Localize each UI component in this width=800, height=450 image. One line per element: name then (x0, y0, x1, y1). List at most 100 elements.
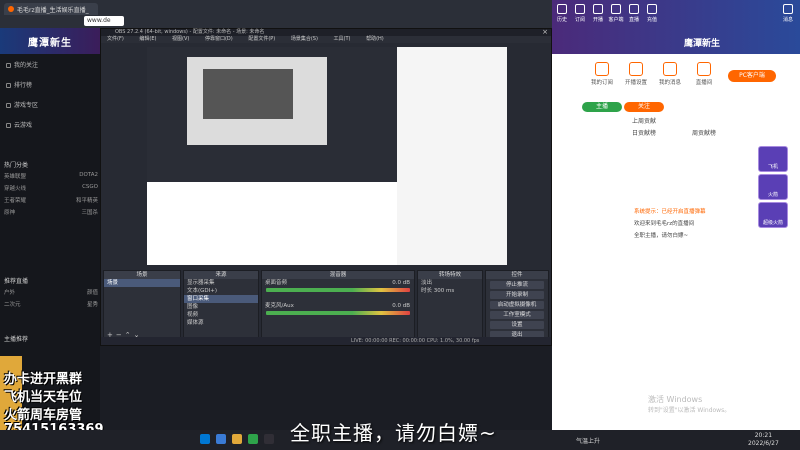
camera-icon (593, 4, 603, 14)
obs-window: OBS 27.2.4 (64-bit, windows) - 配置文件: 未命名… (100, 28, 552, 346)
transitions-header: 转场特效 (418, 271, 482, 279)
overlay-text-line: 火箭周车房管 (4, 408, 83, 423)
channel-row[interactable]: 王者荣耀 和平精英 (4, 196, 98, 204)
transitions-dock: 转场特效 淡出 时长 300 ms (417, 270, 483, 342)
obs-icon[interactable] (264, 434, 274, 444)
address-bar[interactable]: www.de (84, 16, 124, 26)
nav-subscribe[interactable]: 订阅 (572, 4, 588, 23)
nav-go-live[interactable]: 开播 (590, 4, 606, 23)
sidebar-item-games[interactable]: 游戏专区 (6, 100, 38, 109)
tv-icon (629, 4, 639, 14)
stop-streaming-button[interactable]: 停止推流 (490, 281, 544, 289)
channel-row[interactable]: 穿越火线 CSGO (4, 184, 98, 192)
obs-menu-bar: 文件(F) 编辑(E) 视图(V) 停靠窗口(D) 配置文件(P) 场景集合(S… (101, 36, 551, 43)
nav-recharge[interactable]: 充值 (644, 4, 660, 23)
gear-icon (629, 62, 643, 76)
contribution-tabs: 上周贡献 日贡献榜 周贡献榜 (632, 100, 800, 140)
mixer-channel-name: 麦克风/Aux 0.0 dB (265, 303, 410, 309)
cloud-icon (6, 123, 11, 128)
site-right-panel: 历史 订阅 开播 客户端 直播 充值 消息 鹰潭新生 我的订阅 开播设置 我的消… (552, 0, 800, 450)
home-icon (697, 62, 711, 76)
transition-select[interactable]: 淡出 (418, 279, 482, 287)
source-item[interactable]: 文本(GDI+) (184, 287, 258, 295)
coin-icon (647, 4, 657, 14)
system-clock[interactable]: 20:21 2022/6/27 (748, 432, 779, 448)
scenes-header: 场景 (104, 271, 180, 279)
sidebar-item-ranking[interactable]: 排行榜 (6, 80, 32, 89)
gift-plane[interactable]: 飞机 (758, 146, 788, 172)
settings-button[interactable]: 设置 (490, 321, 544, 329)
scene-item[interactable]: 场景 (104, 279, 180, 287)
nested-screen-capture (147, 47, 397, 182)
obs-status-bar: LIVE: 00:00:00 REC: 00:00:00 CPU: 1.0%, … (101, 337, 551, 345)
my-subscription-button[interactable]: 我的订阅 (588, 62, 616, 86)
stream-settings-button[interactable]: 开播设置 (622, 62, 650, 86)
sidebar-item-cloud-game[interactable]: 云游戏 (6, 120, 32, 129)
tab-weekly[interactable]: 上周贡献 (632, 116, 656, 125)
chat-message: 全职主播，请勿白嫖~ (634, 233, 689, 239)
start-recording-button[interactable]: 开始录制 (490, 291, 544, 299)
channel-row[interactable]: 原神 三国杀 (4, 208, 98, 216)
virtual-camera-button[interactable]: 启动虚拟摄像机 (490, 301, 544, 309)
live-room-button[interactable]: 直播间 (690, 62, 718, 86)
menu-file[interactable]: 文件(F) (107, 36, 124, 42)
mail-icon (663, 62, 677, 76)
transition-duration[interactable]: 时长 300 ms (418, 287, 482, 295)
gamepad-icon (6, 103, 11, 108)
gift-rocket[interactable]: 火箭 (758, 174, 788, 200)
nav-client[interactable]: 客户端 (608, 4, 624, 23)
menu-scene-collection[interactable]: 场景集合(S) (291, 36, 318, 42)
menu-profile[interactable]: 配置文件(P) (248, 36, 275, 42)
browser-icon[interactable] (248, 434, 258, 444)
menu-view[interactable]: 视图(V) (172, 36, 189, 42)
weather-widget[interactable]: 气温上升 (576, 436, 600, 445)
browser-tab-title: 毛毛rz直播_生活娱乐直播_ (17, 6, 89, 14)
clock-icon (557, 4, 567, 14)
tab-week-rank[interactable]: 周贡献榜 (692, 128, 716, 137)
sources-header: 来源 (184, 271, 258, 279)
volume-meter[interactable] (266, 288, 410, 292)
controls-dock: 控件 停止推流 开始录制 启动虚拟摄像机 工作室模式 设置 退出 (485, 270, 549, 342)
channel-row[interactable]: 英雄联盟 DOTA2 (4, 172, 98, 180)
my-messages-button[interactable]: 我的消息 (656, 62, 684, 86)
anchor-button[interactable]: 主播 (582, 102, 622, 112)
volume-meter[interactable] (266, 311, 410, 315)
tab-daily[interactable]: 日贡献榜 (632, 128, 656, 137)
source-item[interactable]: 媒体源 (184, 319, 258, 327)
menu-docks[interactable]: 停靠窗口(D) (205, 36, 233, 42)
section-anchor: 主播推荐 (4, 336, 29, 343)
folder-icon[interactable] (232, 434, 242, 444)
windows-start-icon[interactable] (200, 434, 210, 444)
close-icon[interactable]: × (542, 28, 548, 36)
site-favicon-icon (8, 6, 14, 12)
download-icon (611, 4, 621, 14)
nav-live[interactable]: 直播 (626, 4, 642, 23)
heart-icon (6, 63, 11, 68)
source-item[interactable]: 显示器采集 (184, 279, 258, 287)
site-top-nav: 历史 订阅 开播 客户端 直播 充值 消息 鹰潭新生 (552, 0, 800, 54)
browser-tab[interactable]: 毛毛rz直播_生活娱乐直播_ (4, 3, 98, 15)
search-icon[interactable] (216, 434, 226, 444)
nav-history[interactable]: 历史 (554, 4, 570, 23)
left-promo-banner[interactable]: 鹰潭新生 (0, 28, 100, 54)
sidebar-item-following[interactable]: 我的关注 (6, 60, 38, 69)
sources-dock: 来源 显示器采集 文本(GDI+) 窗口采集 图像 视频 媒体源 (183, 270, 259, 342)
gift-super-rocket[interactable]: 超级火箭 (758, 202, 788, 228)
menu-edit[interactable]: 编辑(E) (139, 36, 156, 42)
studio-mode-button[interactable]: 工作室模式 (490, 311, 544, 319)
mixer-channel-name: 桌面音频 0.0 dB (265, 280, 410, 286)
menu-help[interactable]: 帮助(H) (366, 36, 384, 42)
source-item[interactable]: 窗口采集 (184, 295, 258, 303)
obs-preview[interactable]: 全职主播，请勿白嫖~ (147, 47, 507, 265)
source-item[interactable]: 视频 (184, 311, 258, 319)
nav-messages[interactable]: 消息 (780, 4, 796, 23)
mixer-header: 混音器 (262, 271, 414, 279)
source-item[interactable]: 图像 (184, 303, 258, 311)
menu-tools[interactable]: 工具(T) (334, 36, 351, 42)
controls-header: 控件 (486, 271, 548, 279)
right-promo-banner[interactable]: 鹰潭新生 (662, 36, 742, 52)
pc-client-button[interactable]: PC客户端 (728, 70, 776, 82)
channel-row[interactable]: 二次元 星秀 (4, 300, 98, 308)
channel-row[interactable]: 户外 颜值 (4, 288, 98, 296)
bookmark-icon (595, 62, 609, 76)
